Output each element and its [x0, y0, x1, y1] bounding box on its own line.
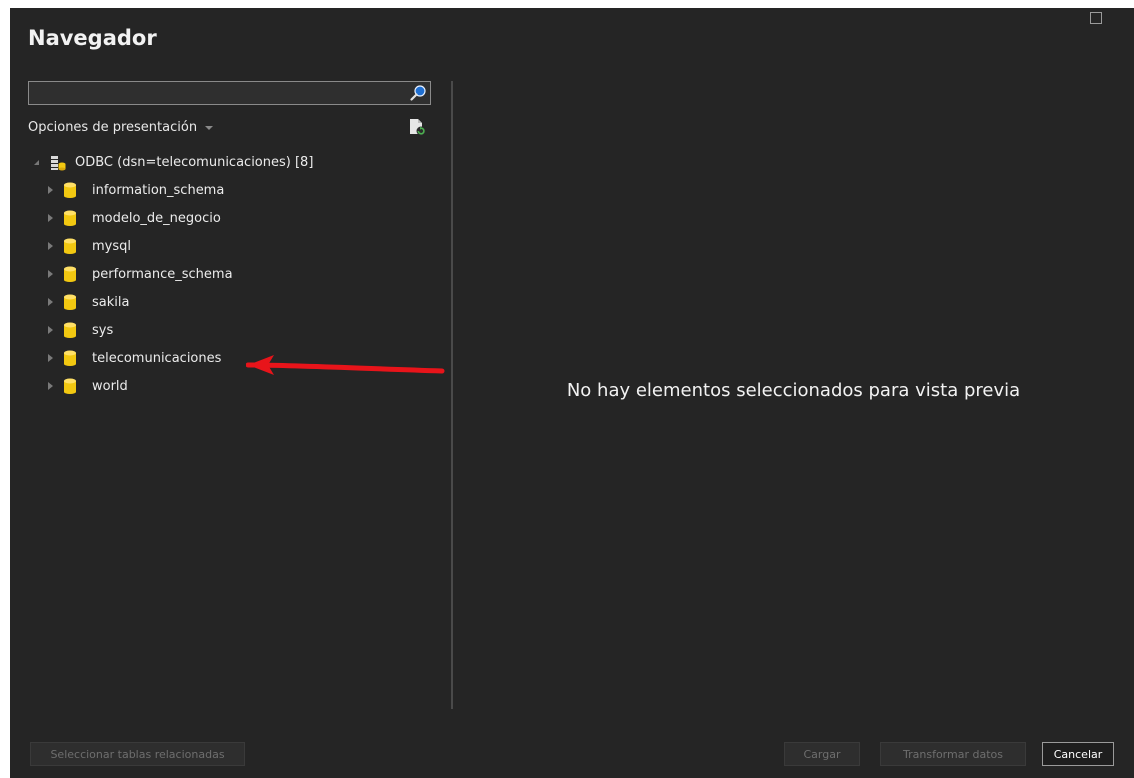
- tree-item-mysql[interactable]: mysql: [28, 232, 448, 260]
- tree-root-label: ODBC (dsn=telecomunicaciones) [8]: [75, 154, 314, 170]
- tree-item-label: telecomunicaciones: [92, 350, 222, 366]
- expand-icon[interactable]: [48, 298, 53, 306]
- tree-item-information-schema[interactable]: information_schema: [28, 176, 448, 204]
- expand-icon[interactable]: [48, 214, 53, 222]
- load-button[interactable]: Cargar: [784, 742, 860, 766]
- odbc-source-icon: [51, 156, 66, 171]
- tree-item-label: sakila: [92, 294, 130, 310]
- tree-item-label: mysql: [92, 238, 131, 254]
- database-icon: [64, 210, 76, 226]
- tree-item-performance-schema[interactable]: performance_schema: [28, 260, 448, 288]
- search-icon[interactable]: [409, 84, 427, 102]
- tree-item-label: world: [92, 378, 128, 394]
- preview-empty-message: No hay elementos seleccionados para vist…: [566, 380, 1021, 401]
- red-arrow-annotation: [246, 355, 445, 375]
- database-icon: [64, 266, 76, 282]
- expand-icon[interactable]: [48, 270, 53, 278]
- database-icon: [64, 322, 76, 338]
- tree-item-label: modelo_de_negocio: [92, 210, 221, 226]
- database-icon: [64, 350, 76, 366]
- expand-icon[interactable]: [48, 326, 53, 334]
- transform-data-button[interactable]: Transformar datos: [880, 742, 1026, 766]
- search-input[interactable]: [31, 83, 409, 103]
- tree-item-label: sys: [92, 322, 114, 338]
- database-icon: [64, 182, 76, 198]
- chevron-down-icon: [205, 125, 214, 130]
- expand-icon[interactable]: [48, 186, 53, 194]
- dialog-title: Navegador: [28, 26, 157, 50]
- cancel-button[interactable]: Cancelar: [1042, 742, 1114, 766]
- tree-root-odbc[interactable]: ODBC (dsn=telecomunicaciones) [8]: [28, 148, 448, 176]
- expand-icon[interactable]: [48, 242, 53, 250]
- refresh-icon[interactable]: [407, 117, 427, 137]
- tree-item-modelo-de-negocio[interactable]: modelo_de_negocio: [28, 204, 448, 232]
- expand-icon[interactable]: [48, 382, 53, 390]
- database-icon: [64, 294, 76, 310]
- database-icon: [64, 238, 76, 254]
- expand-icon[interactable]: [48, 354, 53, 362]
- tree-item-label: performance_schema: [92, 266, 233, 282]
- display-options-label: Opciones de presentación: [28, 120, 198, 135]
- tree-item-sys[interactable]: sys: [28, 316, 448, 344]
- tree-item-sakila[interactable]: sakila: [28, 288, 448, 316]
- database-icon: [64, 378, 76, 394]
- collapse-icon[interactable]: [34, 159, 39, 165]
- search-box: [28, 81, 431, 105]
- tree-item-label: information_schema: [92, 182, 225, 198]
- select-related-tables-button[interactable]: Seleccionar tablas relacionadas: [30, 742, 245, 766]
- navigator-dialog: Navegador Opciones de presentación ODBC …: [10, 8, 1134, 778]
- display-options-dropdown[interactable]: Opciones de presentación: [28, 120, 214, 135]
- maximize-icon[interactable]: [1090, 12, 1102, 24]
